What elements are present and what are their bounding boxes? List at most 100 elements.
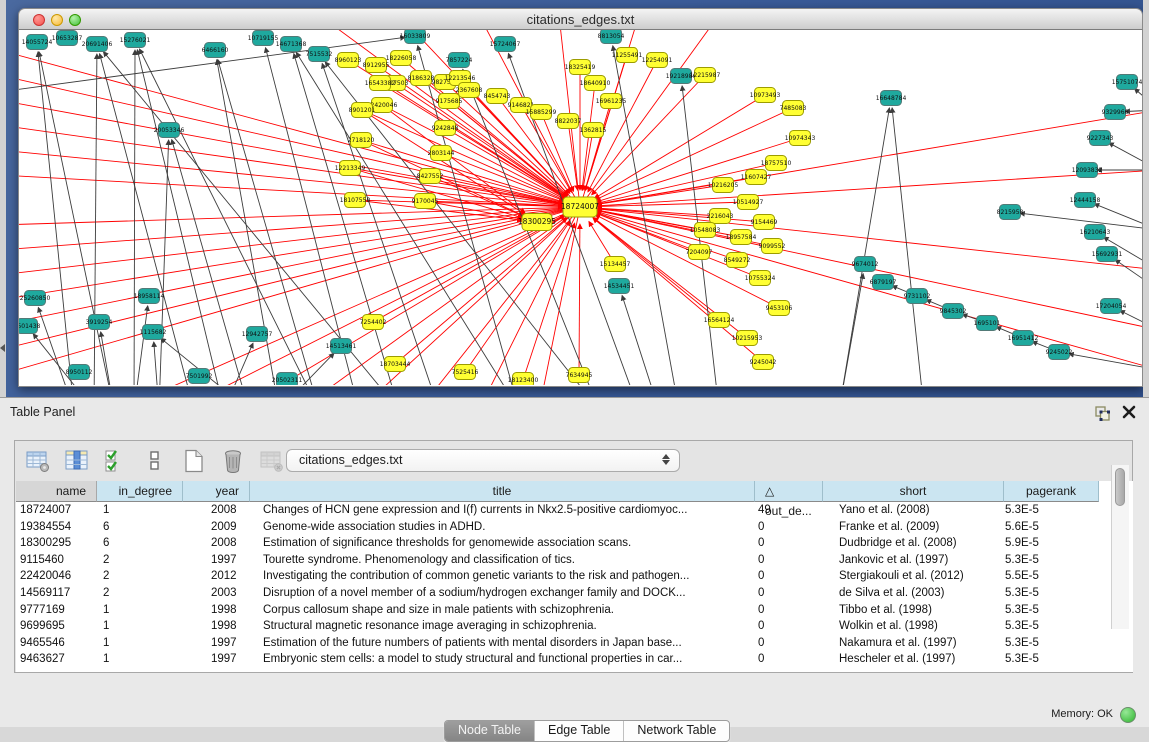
citation-edge-black[interactable] <box>1135 89 1143 110</box>
table-row[interactable]: 946362711997Embryonic stem cells: a mode… <box>16 651 1133 668</box>
graph-node[interactable]: 9175685 <box>436 94 463 109</box>
table-row[interactable]: 1938455462009Genome-wide association stu… <box>16 519 1133 536</box>
close-panel-icon[interactable] <box>1121 404 1137 420</box>
graph-node[interactable]: 3919254 <box>86 315 113 330</box>
tab-edge-table[interactable]: Edge Table <box>534 721 623 741</box>
citation-edge-black[interactable] <box>224 343 253 385</box>
graph-node[interactable]: 12215987 <box>690 68 721 83</box>
graph-node[interactable]: 9674012 <box>852 257 879 272</box>
graph-node[interactable]: 7634945 <box>566 368 593 383</box>
graph-node[interactable]: 7485083 <box>780 101 807 116</box>
graph-node[interactable]: 10216205 <box>708 178 739 193</box>
delete-icon[interactable] <box>218 446 248 476</box>
citation-edge-red[interactable] <box>419 207 580 385</box>
citation-edge-red[interactable] <box>580 110 1142 207</box>
graph-node[interactable]: 10719155 <box>248 31 279 46</box>
graph-node[interactable]: 10973493 <box>750 88 781 103</box>
graph-node[interactable]: 7254402 <box>360 315 387 330</box>
column-header-in_degree[interactable]: in_degree <box>97 481 183 502</box>
column-header-name[interactable]: name <box>16 481 97 502</box>
graph-node[interactable]: 11255491 <box>612 48 643 63</box>
graph-node[interactable]: 14513461 <box>326 339 357 354</box>
graph-node[interactable]: 8427552 <box>417 169 444 184</box>
graph-node[interactable]: 14534451 <box>604 279 635 294</box>
table-settings-icon[interactable] <box>23 446 53 476</box>
graph-node[interactable]: 8901201 <box>349 103 376 118</box>
graph-node[interactable]: 11607427 <box>741 170 772 185</box>
graph-node[interactable]: 2718120 <box>348 133 375 148</box>
graph-node[interactable]: 9154469 <box>751 215 778 230</box>
graph-node[interactable]: 8454743 <box>484 89 511 104</box>
graph-node[interactable]: 18640910 <box>580 76 611 91</box>
network-canvas[interactable]: 1405572410653287206914061527602164661601… <box>18 30 1143 387</box>
citation-edge-black[interactable] <box>134 50 135 385</box>
window-titlebar[interactable]: citations_edges.txt <box>18 8 1143 30</box>
graph-node[interactable]: 18958114 <box>134 289 165 304</box>
graph-node[interactable]: 9099552 <box>759 239 786 254</box>
citation-edge-black[interactable] <box>1115 260 1142 290</box>
citation-edge-red[interactable] <box>19 207 580 375</box>
graph-node[interactable]: 7501992 <box>186 369 213 384</box>
table-row[interactable]: 977716911998Corpus callosum shape and si… <box>16 602 1133 619</box>
graph-node[interactable]: 6466160 <box>202 43 229 58</box>
graph-node[interactable]: 1362815 <box>580 123 607 138</box>
citation-edge-red[interactable] <box>395 218 567 364</box>
citation-edge-black[interactable] <box>39 52 114 385</box>
graph-node[interactable]: 6879197 <box>870 275 897 290</box>
citation-edge-black[interactable] <box>839 108 889 385</box>
citation-edge-red[interactable] <box>19 207 580 275</box>
citation-edge-black[interactable] <box>839 274 863 385</box>
citation-edge-red[interactable] <box>19 207 580 325</box>
graph-node[interactable]: 16033809 <box>400 30 431 44</box>
graph-node[interactable]: 14055724 <box>22 35 53 50</box>
graph-node[interactable]: 10215953 <box>732 331 763 346</box>
graph-node[interactable]: 9845302 <box>940 304 967 319</box>
graph-node[interactable]: 20691406 <box>82 37 113 52</box>
citation-edge-black[interactable] <box>38 52 74 385</box>
graph-node[interactable]: 15724067 <box>490 37 521 52</box>
column-header-out_degree[interactable]: △ out_de... <box>755 481 823 502</box>
new-document-icon[interactable] <box>179 446 209 476</box>
citation-edge-black[interactable] <box>94 54 97 385</box>
graph-node[interactable]: 18226058 <box>386 51 417 66</box>
graph-node[interactable]: 12254091 <box>642 53 673 68</box>
table-scrollbar-thumb[interactable] <box>1115 468 1125 506</box>
graph-node[interactable]: 9245022 <box>1046 345 1073 360</box>
citation-edge-red[interactable] <box>595 95 766 198</box>
graph-node[interactable]: 16951412 <box>1008 331 1039 346</box>
citation-edge-red[interactable] <box>361 140 564 202</box>
graph-node[interactable]: 7204097 <box>686 245 713 260</box>
citation-edge-black[interactable] <box>134 306 148 385</box>
graph-node[interactable]: 14671368 <box>276 37 307 52</box>
select-rows-icon[interactable] <box>101 446 131 476</box>
graph-node[interactable]: 1695101 <box>974 316 1001 331</box>
graph-node[interactable]: 2367608 <box>456 83 483 98</box>
citation-edge-black[interactable] <box>1120 311 1142 331</box>
graph-node[interactable]: 9170045 <box>412 194 439 209</box>
table-row[interactable]: 1456911722003Disruption of a novel membe… <box>16 585 1133 602</box>
graph-node[interactable]: 18300295 <box>518 214 556 231</box>
graph-node[interactable]: 15751074 <box>1112 75 1142 90</box>
graph-node[interactable]: 9329966 <box>1102 105 1129 120</box>
citation-edge-red[interactable] <box>19 207 580 250</box>
graph-node[interactable]: 8186328 <box>408 71 435 86</box>
citation-edge-red[interactable] <box>479 207 580 385</box>
column-header-title[interactable]: title <box>250 481 755 502</box>
graph-node[interactable]: 8215958 <box>997 205 1024 220</box>
graph-node[interactable]: 15276021 <box>120 33 151 48</box>
citation-edge-black[interactable] <box>159 140 169 385</box>
graph-node[interactable]: 2803144 <box>428 146 455 161</box>
table-row[interactable]: 1872400712008Changes of HCN gene express… <box>16 502 1133 519</box>
graph-node[interactable]: 9245042 <box>750 355 777 370</box>
graph-node[interactable]: 9227343 <box>1087 131 1114 146</box>
citation-edge-red[interactable] <box>568 121 578 190</box>
graph-node[interactable]: 8950112 <box>66 365 93 380</box>
zoom-window-button[interactable] <box>69 14 81 26</box>
graph-node[interactable]: 7525416 <box>452 365 479 380</box>
citation-edge-red[interactable] <box>539 207 580 385</box>
graph-node[interactable]: 10755324 <box>745 271 776 286</box>
network-view-window[interactable]: citations_edges.txt 14055724106532872069… <box>18 8 1143 387</box>
column-header-year[interactable]: year <box>183 481 250 502</box>
float-panel-icon[interactable] <box>1094 405 1111 422</box>
graph-node[interactable]: 16648784 <box>876 91 907 106</box>
